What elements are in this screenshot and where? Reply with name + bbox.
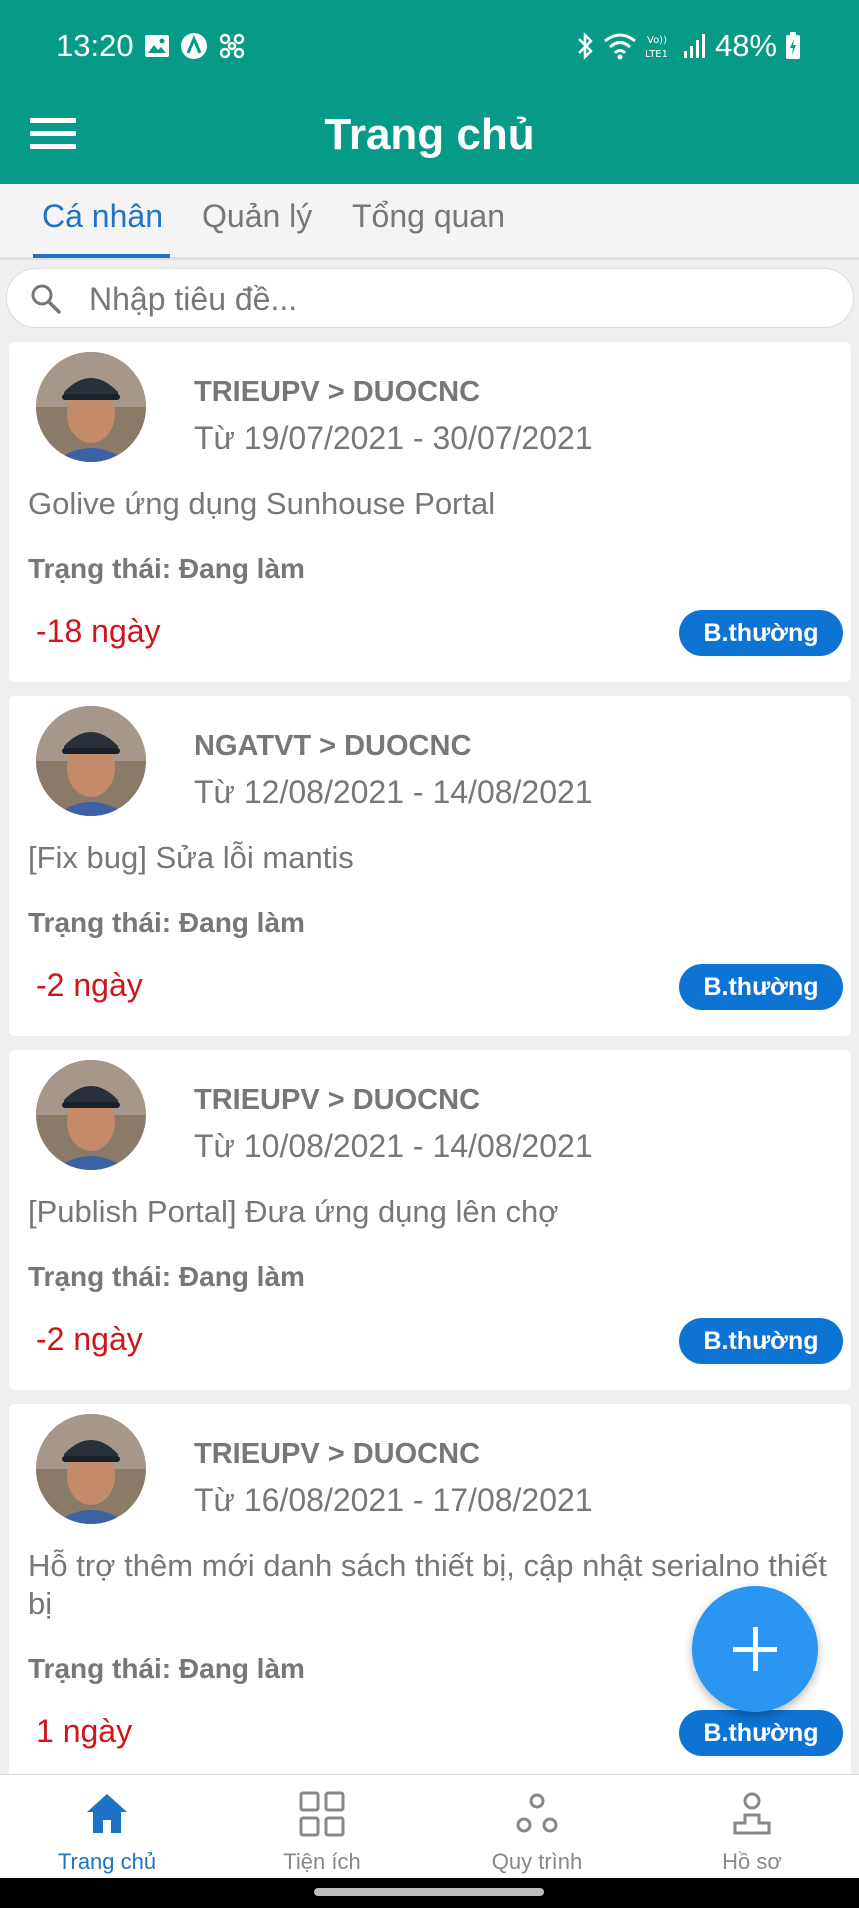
task-route: NGATVT > DUOCNC xyxy=(194,730,472,762)
bluetooth-icon xyxy=(578,31,593,61)
task-status: Trạng thái: Đang làm xyxy=(28,1653,305,1684)
priority-badge[interactable]: B.thường xyxy=(679,1710,843,1756)
tab-ca-nhan[interactable]: Cá nhân xyxy=(42,198,163,235)
task-card[interactable]: TRIEUPV > DUOCNC Từ 19/07/2021 - 30/07/2… xyxy=(9,342,851,682)
avatar xyxy=(36,1414,146,1524)
task-card[interactable]: NGATVT > DUOCNC Từ 12/08/2021 - 14/08/20… xyxy=(9,696,851,1036)
nav-label: Tiện ích xyxy=(283,1849,361,1874)
page-title: Trang chủ xyxy=(324,110,535,159)
task-dates: Từ 10/08/2021 - 14/08/2021 xyxy=(194,1128,593,1164)
task-status: Trạng thái: Đang làm xyxy=(28,1261,305,1292)
task-title: [Publish Portal] Đưa ứng dụng lên chợ xyxy=(28,1194,559,1229)
nav-label: Trang chủ xyxy=(57,1849,157,1874)
task-dates: Từ 19/07/2021 - 30/07/2021 xyxy=(194,420,593,456)
task-status: Trạng thái: Đang làm xyxy=(28,553,305,584)
add-task-button[interactable] xyxy=(692,1586,818,1712)
avatar xyxy=(36,706,146,816)
avatar xyxy=(36,352,146,462)
task-days-remaining: -18 ngày xyxy=(36,613,161,649)
search-input[interactable] xyxy=(89,277,829,321)
workflow-icon xyxy=(516,1793,558,1833)
app-bar: Trang chủ xyxy=(0,92,859,184)
avatar xyxy=(36,1060,146,1170)
grid-icon xyxy=(299,1791,345,1837)
task-route: TRIEUPV > DUOCNC xyxy=(194,376,481,408)
task-route: TRIEUPV > DUOCNC xyxy=(194,1438,481,1470)
search-bar xyxy=(6,268,854,328)
priority-badge[interactable]: B.thường xyxy=(679,610,843,656)
bottom-navigation: Trang chủ Tiện ích Quy trình Hồ sơ xyxy=(0,1774,859,1878)
fan-icon xyxy=(219,33,245,59)
status-bar: 13:20 Vo)) LTE1 48% xyxy=(0,0,859,92)
home-gesture-handle[interactable] xyxy=(314,1888,544,1896)
task-dates: Từ 16/08/2021 - 17/08/2021 xyxy=(194,1482,593,1518)
nav-ho-so[interactable]: Hồ sơ xyxy=(645,1775,859,1879)
priority-badge[interactable]: B.thường xyxy=(679,964,843,1010)
svg-text:Vo)): Vo)) xyxy=(647,35,667,46)
nav-label: Hồ sơ xyxy=(722,1849,782,1874)
nav-tien-ich[interactable]: Tiện ích xyxy=(215,1775,429,1879)
nav-label: Quy trình xyxy=(491,1849,583,1874)
task-title: Golive ứng dụng Sunhouse Portal xyxy=(28,486,496,521)
gallery-icon xyxy=(145,35,169,57)
status-time: 13:20 xyxy=(56,28,134,63)
task-days-remaining: -2 ngày xyxy=(36,967,143,1003)
wifi-icon xyxy=(604,33,636,60)
task-status: Trạng thái: Đang làm xyxy=(28,907,305,938)
signal-icon xyxy=(683,34,705,58)
home-icon xyxy=(87,1794,127,1833)
task-route: TRIEUPV > DUOCNC xyxy=(194,1084,481,1116)
app-a-icon xyxy=(181,33,207,59)
active-tab-indicator xyxy=(33,254,170,258)
task-card[interactable]: TRIEUPV > DUOCNC Từ 10/08/2021 - 14/08/2… xyxy=(9,1050,851,1390)
task-days-remaining: -2 ngày xyxy=(36,1321,143,1357)
task-title: [Fix bug] Sửa lỗi mantis xyxy=(28,840,354,875)
nav-trang-chu[interactable]: Trang chủ xyxy=(0,1775,214,1879)
tab-bar: Cá nhân Quản lý Tổng quan xyxy=(0,184,859,260)
nav-quy-trinh[interactable]: Quy trình xyxy=(430,1775,644,1879)
priority-badge[interactable]: B.thường xyxy=(679,1318,843,1364)
profile-icon xyxy=(733,1792,771,1835)
svg-text:LTE1: LTE1 xyxy=(645,49,668,60)
tab-quan-ly[interactable]: Quản lý xyxy=(202,198,312,235)
battery-percent: 48% xyxy=(714,28,777,63)
battery-charging-icon xyxy=(786,32,800,59)
system-navigation-bar xyxy=(0,1878,859,1908)
tab-tong-quan[interactable]: Tổng quan xyxy=(352,198,505,235)
task-days-remaining: 1 ngày xyxy=(36,1713,133,1749)
volte-icon: Vo)) LTE1 xyxy=(645,35,668,60)
task-dates: Từ 12/08/2021 - 14/08/2021 xyxy=(194,774,593,810)
search-icon xyxy=(31,284,61,314)
